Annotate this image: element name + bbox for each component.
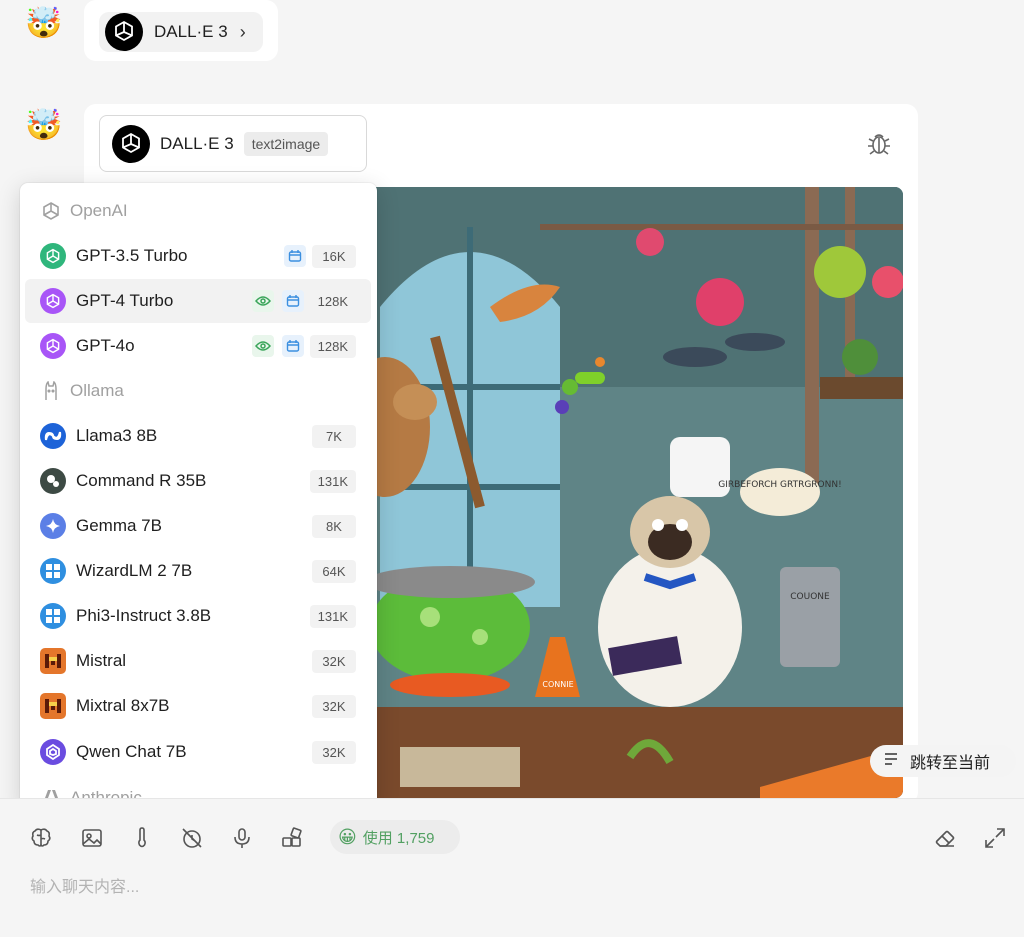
model-item-mistral[interactable]: Mistral 32K — [25, 639, 371, 683]
function-call-icon — [284, 245, 306, 267]
mistral-icon — [40, 648, 66, 674]
context-length-badge: 64K — [312, 559, 356, 583]
chevron-right-icon: › — [239, 21, 246, 42]
meta-icon — [40, 423, 66, 449]
function-call-icon — [282, 290, 304, 312]
cohere-icon — [40, 468, 66, 494]
user-avatar: 🤯 — [25, 7, 63, 40]
user-avatar: 🤯 — [25, 109, 63, 142]
model-item-llama3-8b[interactable]: Llama3 8B 7K — [25, 414, 371, 458]
openai-purple-icon — [40, 288, 66, 314]
usage-label: 使用 1,759 — [362, 829, 435, 847]
model-item-gpt-3-5-turbo[interactable]: GPT-3.5 Turbo 16K — [25, 234, 371, 278]
context-length-badge: 16K — [312, 244, 356, 268]
bug-icon[interactable] — [866, 129, 892, 157]
gemma-icon — [40, 513, 66, 539]
model-item-qwen-chat-7b[interactable]: Qwen Chat 7B 32K — [25, 730, 371, 774]
model-item-mixtral-8x7b[interactable]: Mixtral 8x7B 32K — [25, 684, 371, 728]
context-length-badge: 128K — [309, 334, 356, 358]
smile-emoji-icon: 😀 — [338, 826, 357, 847]
openai-purple-icon — [40, 333, 66, 359]
mistral-icon — [40, 693, 66, 719]
flask-label-text: CONNIE — [542, 680, 573, 689]
vision-eye-icon — [252, 335, 274, 357]
microsoft-icon — [40, 558, 66, 584]
jump-to-current-button[interactable]: 跳转至当前 — [870, 745, 1016, 777]
context-length-badge: 32K — [312, 740, 356, 764]
token-usage-badge[interactable]: 😀 使用 1,759 — [330, 820, 460, 854]
context-length-badge: 131K — [309, 604, 356, 628]
plugins-icon[interactable] — [279, 825, 305, 851]
model-item-gpt-4o[interactable]: GPT-4o 128K — [25, 324, 371, 368]
generated-image[interactable]: GIRBEFORCH GRTRGRONN! COUONE CONNIE — [340, 187, 903, 798]
list-jump-icon — [884, 752, 900, 770]
microphone-icon[interactable] — [229, 825, 255, 851]
machine-label-text: COUONE — [790, 592, 830, 602]
tool-name: DALL·E 3 — [160, 133, 234, 153]
history-off-icon[interactable] — [179, 825, 205, 851]
expand-icon[interactable] — [982, 825, 1008, 851]
eraser-icon[interactable] — [932, 825, 958, 851]
image-icon[interactable] — [79, 825, 105, 851]
thermometer-icon[interactable] — [129, 825, 155, 851]
group-header-openai: OpenAI — [40, 197, 128, 225]
openai-green-icon — [40, 243, 66, 269]
plugin-pill[interactable]: DALL·E 3 › — [99, 12, 263, 52]
openai-logo-icon — [105, 13, 143, 51]
group-header-ollama: Ollama — [40, 377, 124, 405]
brain-icon[interactable] — [28, 825, 54, 851]
tool-tag: text2image — [243, 131, 329, 156]
chat-input[interactable]: 输入聊天内容... — [30, 873, 139, 897]
openai-logo-icon — [112, 124, 150, 163]
model-item-phi3-instruct[interactable]: Phi3-Instruct 3.8B 131K — [25, 594, 371, 638]
context-length-badge: 32K — [312, 694, 356, 718]
tool-call-box[interactable]: DALL·E 3 text2image — [99, 115, 367, 172]
model-item-gpt-4-turbo[interactable]: GPT-4 Turbo 128K — [25, 279, 371, 323]
microsoft-icon — [40, 603, 66, 629]
model-item-command-r-35b[interactable]: Command R 35B 131K — [25, 459, 371, 503]
context-length-badge: 7K — [312, 424, 356, 448]
jump-button-label: 跳转至当前 — [910, 755, 991, 772]
plugin-label: DALL·E 3 — [154, 22, 228, 41]
context-length-badge: 131K — [309, 469, 356, 493]
context-length-badge: 32K — [312, 649, 356, 673]
chat-input-area — [0, 798, 1024, 937]
context-length-badge: 128K — [309, 289, 356, 313]
context-length-badge: 8K — [312, 514, 356, 538]
model-item-wizardlm-2-7b[interactable]: WizardLM 2 7B 64K — [25, 549, 371, 593]
vision-eye-icon — [252, 290, 274, 312]
model-item-gemma-7b[interactable]: Gemma 7B 8K — [25, 504, 371, 548]
ollama-llama-icon — [40, 380, 62, 402]
speech-bubble-text: GIRBEFORCH GRTRGRONN! — [718, 480, 841, 490]
openai-logo-icon — [40, 200, 62, 222]
function-call-icon — [282, 335, 304, 357]
qwen-icon — [40, 739, 66, 765]
model-dropdown: OpenAI GPT-3.5 Turbo 16K GPT-4 Turbo 128… — [20, 183, 377, 808]
